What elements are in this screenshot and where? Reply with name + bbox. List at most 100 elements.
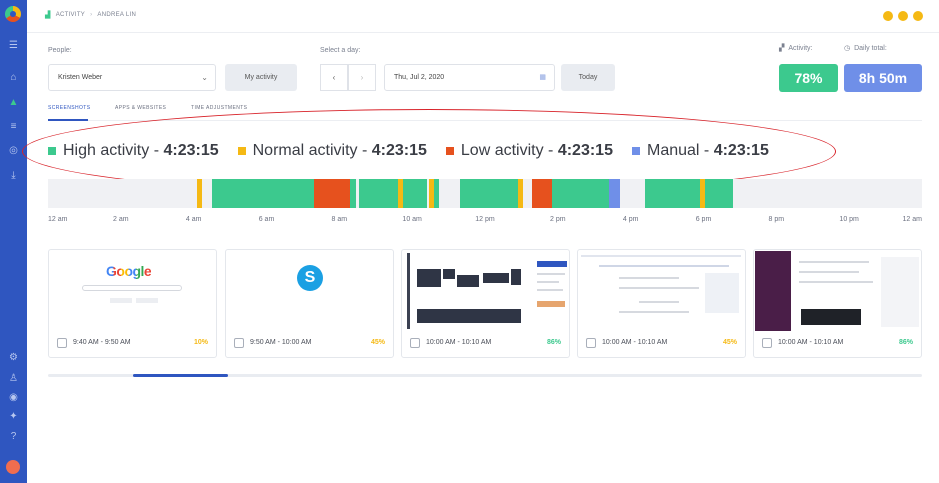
thumb-line-image xyxy=(537,273,565,275)
calendar-icon: ▦ xyxy=(539,74,546,81)
screenshot-time: 9:40 AM - 9:50 AM xyxy=(73,339,131,346)
globe-icon[interactable]: ◉ xyxy=(8,392,19,403)
screenshot-thumbnail[interactable]: S xyxy=(227,251,392,331)
gift-icon[interactable]: ✦ xyxy=(8,411,19,422)
daily-total-badge: 8h 50m xyxy=(844,64,922,92)
timeline-segment-manual[interactable] xyxy=(608,179,620,208)
skype-logo-icon: S xyxy=(297,265,323,291)
timeline-segment-normal[interactable] xyxy=(197,179,202,208)
screenshot-thumbnail[interactable] xyxy=(579,251,744,331)
window-dot-icon[interactable] xyxy=(913,11,923,21)
thumb-header-image xyxy=(537,261,567,267)
breadcrumb-person: ANDREA LIN xyxy=(97,12,137,18)
timeline-hour-label: 8 am xyxy=(331,216,348,223)
screenshot-activity-percent: 45% xyxy=(370,339,385,346)
legend-high-time: 4:23:15 xyxy=(163,142,219,159)
breadcrumb-section[interactable]: ACTIVITY xyxy=(56,12,85,18)
settings-icon[interactable]: ⚙ xyxy=(8,352,19,363)
window-dot-icon[interactable] xyxy=(883,11,893,21)
thumb-line-image xyxy=(619,277,679,279)
scrollbar-thumb[interactable] xyxy=(133,374,228,377)
legend-manual: Manual - 4:23:15 xyxy=(631,142,769,160)
thumb-tabs-image xyxy=(581,255,741,257)
window-controls xyxy=(883,11,923,21)
thumb-sidebar-image xyxy=(407,253,410,329)
date-picker[interactable]: Thu, Jul 2, 2020 ▦ xyxy=(384,64,555,91)
screenshot-card[interactable]: Google 9:40 AM - 9:50 AM 10% xyxy=(48,249,217,358)
tab-time-adjustments[interactable]: TIME ADJUSTMENTS xyxy=(191,105,247,111)
screenshot-card[interactable]: S 9:50 AM - 10:00 AM 45% xyxy=(225,249,394,358)
normal-swatch-icon xyxy=(237,147,246,155)
timeline-hour-label: 10 am xyxy=(402,216,422,223)
timeline-segment-high[interactable] xyxy=(211,179,314,208)
timeline-segment-high[interactable] xyxy=(645,179,700,208)
timeline-segment-high[interactable] xyxy=(350,179,356,208)
screenshot-card[interactable]: 10:00 AM - 10:10 AM 86% xyxy=(401,249,570,358)
timeline-segment-high[interactable] xyxy=(434,179,440,208)
timeline-hour-axis: 12 am 2 am 4 am 6 am 8 am 10 am 12 pm 2 pm 4 pm 6… xyxy=(48,216,922,226)
thumb-toolbar-image xyxy=(599,265,729,267)
timeline-hour-label: 10 pm xyxy=(839,216,859,223)
dashboard-icon[interactable]: ⌂ xyxy=(8,72,19,83)
screenshot-checkbox[interactable] xyxy=(234,338,244,348)
download-icon[interactable]: ⤓ xyxy=(8,170,19,181)
thumb-line-image xyxy=(799,271,859,273)
people-select[interactable]: Kristen Weber ⌄ xyxy=(48,64,216,91)
timeline-segment-normal[interactable] xyxy=(517,179,524,208)
horizontal-scrollbar[interactable] xyxy=(48,374,922,377)
screenshot-card[interactable]: 10:00 AM - 10:10 AM 86% xyxy=(753,249,922,358)
activity-percent-badge: 78% xyxy=(779,64,838,92)
prev-day-button[interactable]: ‹ xyxy=(320,64,348,91)
timeline-hour-label: 2 am xyxy=(113,216,129,223)
projects-icon[interactable]: ◎ xyxy=(8,145,19,156)
screenshot-checkbox[interactable] xyxy=(57,338,67,348)
timeline-segment-low[interactable] xyxy=(313,179,351,208)
screenshot-card[interactable]: 10:00 AM - 10:10 AM 45% xyxy=(577,249,746,358)
thumb-line-image xyxy=(619,287,699,289)
timeline-segment-high[interactable] xyxy=(705,179,733,208)
timeline-segment-high[interactable] xyxy=(552,179,609,208)
activity-icon[interactable]: ▲ xyxy=(8,97,19,108)
thumb-line-image xyxy=(537,289,563,291)
timeline-segment-high[interactable] xyxy=(359,179,398,208)
sidebar: ☰ ⌂ ▲ ≡ ◎ ⤓ ⚙ ♙ ◉ ✦ ? xyxy=(0,0,27,483)
clock-icon: ◷ xyxy=(844,45,851,52)
screenshot-activity-percent: 86% xyxy=(898,339,913,346)
chevron-down-icon: ⌄ xyxy=(201,73,208,82)
timeline-segment-high[interactable] xyxy=(459,179,518,208)
tab-screenshots[interactable]: SCREENSHOTS xyxy=(48,105,90,111)
activity-chart-icon: ▟ xyxy=(45,12,51,19)
avatar[interactable] xyxy=(6,460,20,474)
manual-swatch-icon xyxy=(631,147,640,155)
screenshot-time: 10:00 AM - 10:10 AM xyxy=(602,339,668,346)
legend-manual-name: Manual xyxy=(646,142,700,159)
timeline-segment-high[interactable] xyxy=(403,179,427,208)
next-day-button[interactable]: › xyxy=(348,64,376,91)
timeline-segment-low[interactable] xyxy=(532,179,553,208)
tab-apps-websites[interactable]: APPS & WEBSITES xyxy=(115,105,166,111)
help-icon[interactable]: ? xyxy=(8,431,19,442)
user-icon[interactable]: ♙ xyxy=(8,373,19,384)
thumb-panel-image xyxy=(881,257,919,327)
thumb-block-image xyxy=(457,275,479,287)
timeline-hour-label: 12 am xyxy=(902,216,922,223)
screenshot-checkbox[interactable] xyxy=(586,338,596,348)
timesheet-icon[interactable]: ≡ xyxy=(8,121,19,132)
legend-high-name: High activity xyxy=(63,142,150,159)
timeline-hour-label: 6 am xyxy=(258,216,275,223)
app-logo[interactable] xyxy=(5,6,21,22)
screenshot-activity-percent: 45% xyxy=(722,339,737,346)
today-button[interactable]: Today xyxy=(561,64,615,91)
screenshot-thumbnail[interactable] xyxy=(403,251,568,331)
activity-label-text: Activity: xyxy=(788,44,813,52)
screenshot-thumbnail[interactable] xyxy=(755,251,920,331)
screenshot-checkbox[interactable] xyxy=(762,338,772,348)
activity-timeline[interactable] xyxy=(48,179,922,208)
menu-icon[interactable]: ☰ xyxy=(8,40,19,51)
screenshot-thumbnail[interactable]: Google xyxy=(50,251,215,331)
timeline-hour-label: 8 pm xyxy=(768,216,785,223)
screenshot-checkbox[interactable] xyxy=(410,338,420,348)
my-activity-button[interactable]: My activity xyxy=(225,64,297,91)
window-dot-icon[interactable] xyxy=(898,11,908,21)
lucky-button-image xyxy=(136,298,158,303)
